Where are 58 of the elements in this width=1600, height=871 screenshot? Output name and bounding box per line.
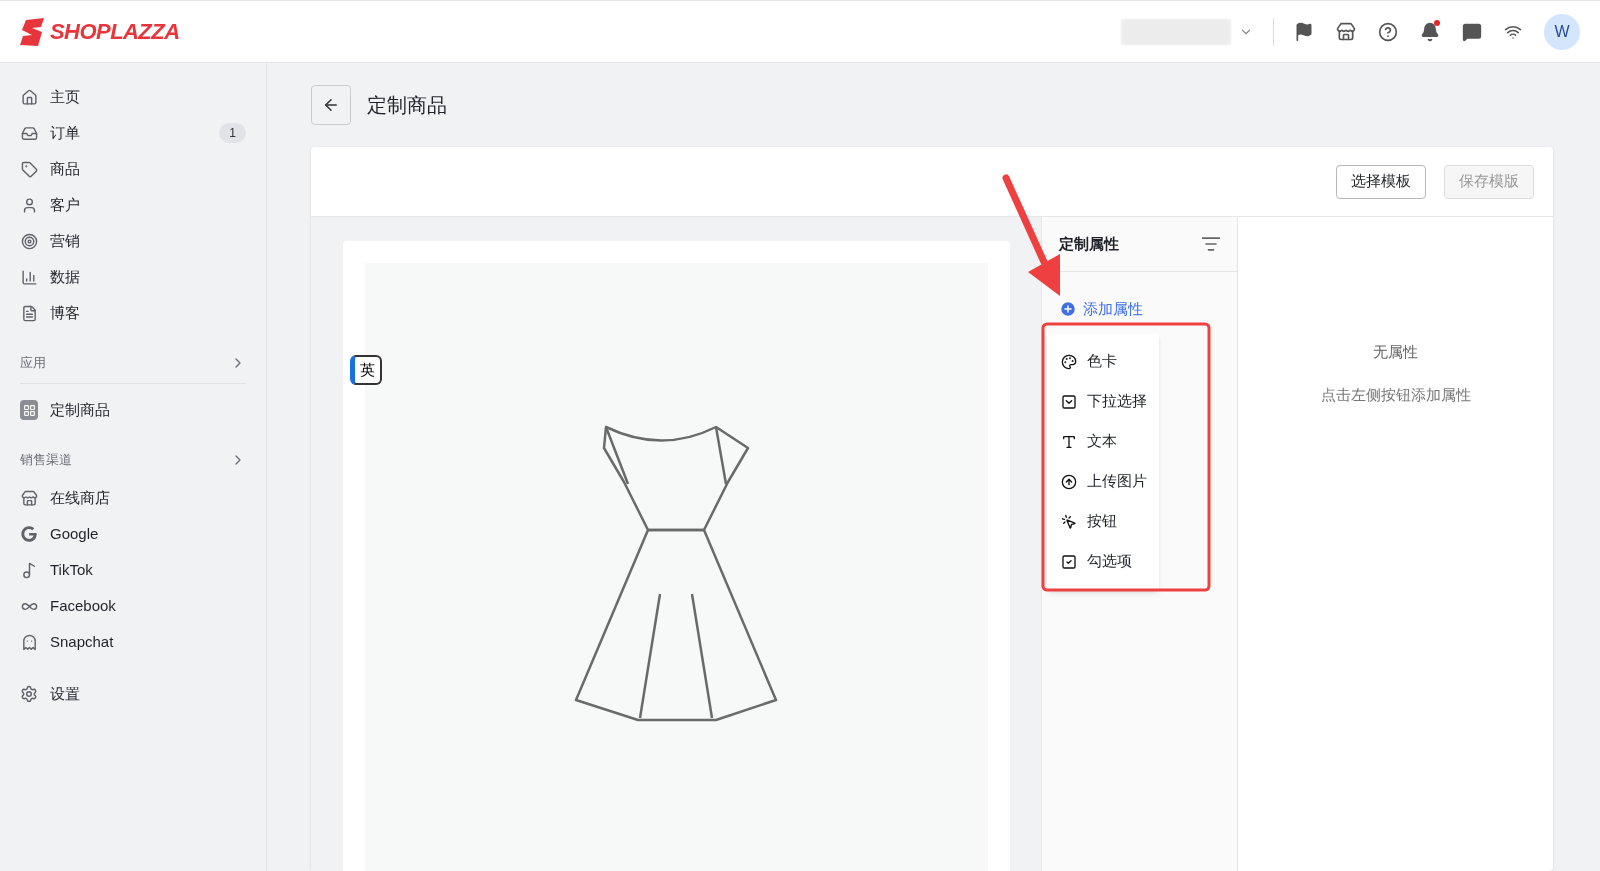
empty-title: 无属性 [1373,342,1418,362]
checkbox-icon [1061,553,1077,570]
sidebar-item[interactable]: 营销 [0,223,266,259]
menu-item[interactable]: 上传图片 [1047,461,1159,502]
language-tag[interactable]: 英 [350,355,382,385]
target-icon [20,232,38,250]
text-icon [1061,433,1077,450]
sidebar-item[interactable]: Snapchat [0,624,266,660]
logo-icon [20,17,46,46]
music-note-icon [20,561,38,579]
empty-hint: 点击左侧按钮添加属性 [1320,384,1471,405]
grid-app-icon [20,401,38,419]
menu-item[interactable]: 按钮 [1047,501,1159,542]
sidebar-item[interactable]: TikTok [0,552,266,588]
sidebar-item[interactable]: Facebook [0,588,266,624]
store-icon[interactable] [1336,21,1356,42]
panel-title: 定制属性 [1059,233,1119,254]
count-badge: 1 [219,123,246,143]
sidebar-item[interactable]: 主页 [0,79,266,115]
sidebar-item[interactable]: 在线商店 [0,480,266,516]
logo-text: SHOPLAZZA [50,18,180,46]
sidebar-item[interactable]: 客户 [0,187,266,223]
swatch-icon [1061,353,1077,370]
avatar[interactable]: W [1544,13,1580,50]
sidebar-item[interactable]: 博客 [0,295,266,331]
dropdown-icon [1061,393,1077,410]
section-heading: 应用 [20,354,46,373]
sidebar-item[interactable]: Google [0,516,266,552]
g-letter-icon [20,525,38,543]
bell-icon[interactable] [1420,21,1440,42]
settings-icon [20,685,38,703]
add-attribute-link[interactable]: 添加属性 [1059,298,1143,321]
menu-item[interactable]: 勾选项 [1047,541,1159,582]
menu-item[interactable]: 文本 [1047,421,1159,462]
page-title: 定制商品 [367,93,447,118]
menu-item[interactable]: 下拉选择 [1047,381,1159,422]
sidebar-item[interactable]: 定制商品 [0,392,266,428]
sidebar-item[interactable]: 数据 [0,259,266,295]
store-icon [20,489,38,507]
help-icon[interactable] [1378,21,1398,42]
menu-item[interactable]: 色卡 [1047,341,1159,382]
sidebar-item[interactable]: 订单 1 [0,115,266,151]
document-icon [20,304,38,322]
home-icon [20,88,38,106]
pointer-icon [1061,513,1077,530]
toolbar-button[interactable]: 选择模板 [1336,164,1426,199]
plus-circle-icon [1059,300,1077,319]
tag-icon [20,160,38,178]
back-button[interactable] [311,85,351,125]
bar-chart-icon [20,268,38,286]
chat-icon[interactable] [1462,21,1482,42]
inbox-icon [20,124,38,142]
upload-icon [1061,473,1077,490]
flag-icon[interactable] [1294,21,1314,42]
ghost-icon [20,633,38,651]
section-heading: 销售渠道 [20,451,72,470]
sidebar-item[interactable]: 设置 [0,676,266,712]
sidebar-item[interactable]: 商品 [0,151,266,187]
